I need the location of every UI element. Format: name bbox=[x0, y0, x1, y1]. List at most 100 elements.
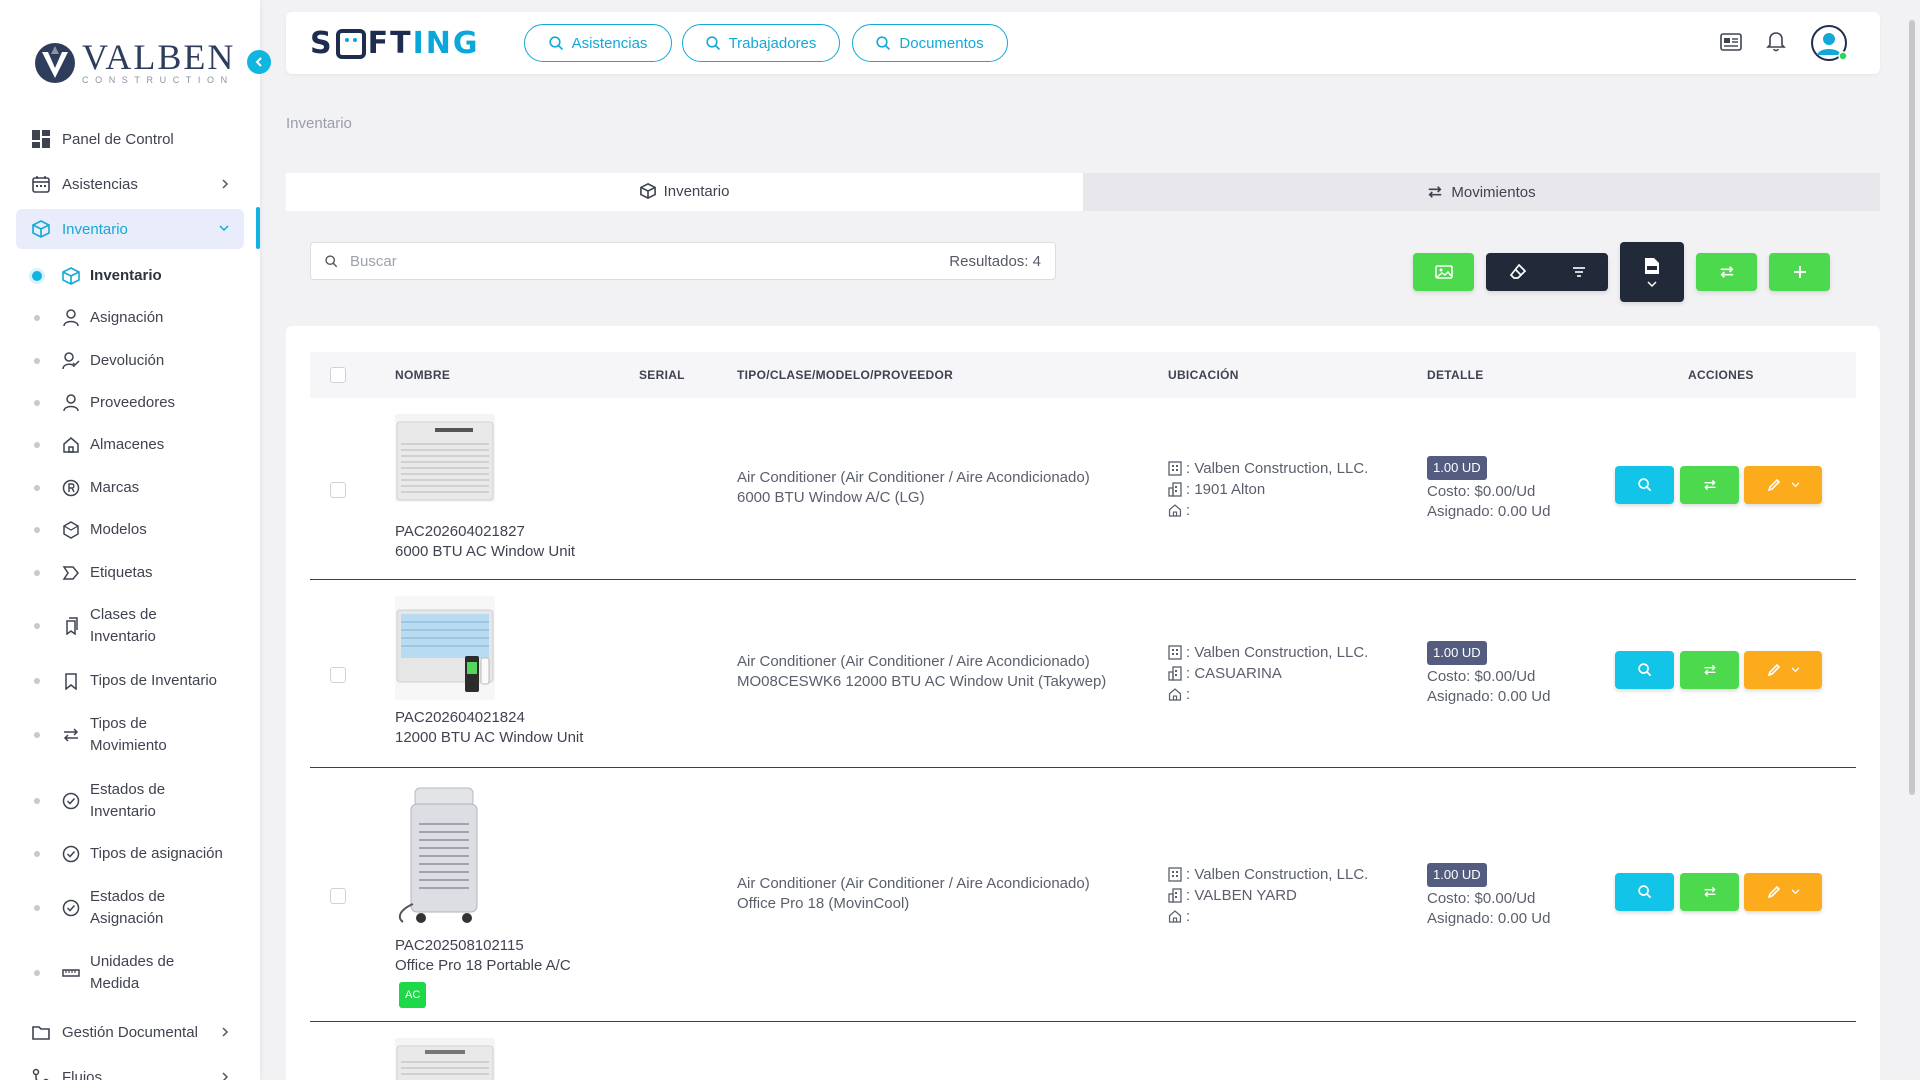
edit-dropdown-button[interactable] bbox=[1744, 466, 1822, 504]
chevron-down-icon bbox=[219, 225, 229, 232]
quick-asistencias-button[interactable]: Asistencias bbox=[524, 24, 672, 62]
search-icon bbox=[1637, 663, 1651, 677]
chevron-left-icon bbox=[255, 57, 262, 67]
window-ac-unit-image[interactable] bbox=[395, 596, 495, 700]
sidebar-subitem-modelos[interactable]: Modelos bbox=[34, 519, 234, 541]
sidebar-subitem-almacenes[interactable]: Almacenes bbox=[34, 434, 234, 456]
location-site: : 1901 Alton bbox=[1186, 481, 1266, 498]
top-bar: S FT ING Asistencias Trabajadores Docume… bbox=[286, 12, 1880, 74]
building-icon bbox=[1168, 461, 1182, 476]
header-ubicacion[interactable]: UBICACIÓN bbox=[1168, 368, 1239, 382]
sidebar-subitem-etiquetas[interactable]: Etiquetas bbox=[34, 562, 234, 584]
bullet bbox=[34, 527, 40, 533]
sidebar-subitem-tipos-de-asignacion[interactable]: Tipos de asignación bbox=[34, 843, 234, 865]
view-button[interactable] bbox=[1615, 466, 1674, 504]
search-input[interactable] bbox=[350, 252, 938, 270]
view-button[interactable] bbox=[1615, 651, 1674, 689]
header-nombre[interactable]: NOMBRE bbox=[395, 368, 450, 382]
view-button[interactable] bbox=[1615, 873, 1674, 911]
sidebar-subitem-marcas[interactable]: Marcas bbox=[34, 477, 234, 499]
softing-brand-logo[interactable]: S FT ING bbox=[310, 26, 479, 61]
add-item-button[interactable] bbox=[1769, 253, 1830, 291]
arrows-icon bbox=[1703, 664, 1716, 676]
sidebar-item-inventario[interactable]: Inventario bbox=[16, 209, 244, 249]
sidebar-item-flujos[interactable]: Flujos bbox=[16, 1057, 244, 1080]
user-avatar-icon[interactable] bbox=[1810, 24, 1848, 62]
tab-inventario[interactable]: Inventario bbox=[286, 173, 1083, 211]
page-scrollbar[interactable] bbox=[1909, 20, 1915, 795]
move-button[interactable] bbox=[1680, 651, 1739, 689]
plus-icon bbox=[1793, 266, 1806, 278]
tab-movimientos[interactable]: Movimientos bbox=[1083, 173, 1880, 211]
arrows-icon bbox=[1428, 186, 1442, 198]
edit-dropdown-button[interactable] bbox=[1744, 873, 1822, 911]
bullet bbox=[34, 851, 40, 857]
sidebar-subitem-clases-de-inventario[interactable]: Clases de Inventario bbox=[34, 604, 184, 648]
search-icon bbox=[1637, 885, 1651, 899]
portable-ac-unit-image[interactable] bbox=[395, 784, 495, 926]
results-count: Resultados: 4 bbox=[949, 252, 1041, 270]
company-logo[interactable]: VALBEN CONSTRUCTION bbox=[34, 39, 235, 85]
move-button[interactable] bbox=[1680, 873, 1739, 911]
pencil-icon bbox=[1767, 885, 1780, 899]
item-code: PAC202604021827 bbox=[395, 523, 525, 540]
row-checkbox[interactable] bbox=[330, 667, 346, 683]
window-ac-unit-image[interactable] bbox=[395, 414, 495, 502]
transfer-button[interactable] bbox=[1696, 253, 1757, 291]
sidebar-collapse-button[interactable] bbox=[247, 50, 271, 74]
sidebar-subitem-label: Etiquetas bbox=[90, 564, 153, 581]
table-row[interactable]: PAC202604021827 6000 BTU AC Window Unit … bbox=[310, 398, 1856, 580]
sidebar-subitem-asignacion[interactable]: Asignación bbox=[34, 307, 234, 329]
location-company: : Valben Construction, LLC. bbox=[1186, 460, 1369, 477]
search-icon bbox=[876, 35, 891, 50]
chevron-down-icon bbox=[1791, 667, 1799, 673]
sidebar-subitem-inventario[interactable]: Inventario bbox=[32, 265, 234, 287]
image-view-button[interactable] bbox=[1413, 253, 1474, 291]
header-tipo[interactable]: TIPO/CLASE/MODELO/PROVEEDOR bbox=[737, 368, 953, 382]
sidebar-subitem-label: Almacenes bbox=[90, 436, 165, 453]
sidebar-item-asistencias[interactable]: Asistencias bbox=[16, 164, 244, 204]
sidebar-subitem-label: Tipos de Movimiento bbox=[90, 715, 167, 754]
table-row[interactable] bbox=[310, 1022, 1856, 1080]
news-icon[interactable] bbox=[1720, 32, 1742, 52]
bullet bbox=[34, 623, 40, 629]
item-model: MO08CESWK6 12000 BTU AC Window Unit (Tak… bbox=[737, 673, 1107, 690]
table-row[interactable]: PAC202508102115 Office Pro 18 Portable A… bbox=[310, 768, 1856, 1022]
table-row[interactable]: PAC202604021824 12000 BTU AC Window Unit… bbox=[310, 580, 1856, 768]
sidebar-subitem-estados-de-inventario[interactable]: Estados de Inventario bbox=[34, 779, 184, 823]
row-checkbox[interactable] bbox=[330, 888, 346, 904]
eraser-icon[interactable] bbox=[1509, 263, 1527, 281]
sidebar-subitem-proveedores[interactable]: Proveedores bbox=[34, 392, 234, 414]
sidebar-subitem-estados-de-asignacion[interactable]: Estados de Asignación bbox=[34, 886, 184, 930]
chevron-down-icon bbox=[1791, 889, 1799, 895]
row-checkbox[interactable] bbox=[330, 482, 346, 498]
sidebar-subitem-label: Unidades de Medida bbox=[90, 953, 175, 992]
sidebar-subitem-devolucion[interactable]: Devolución bbox=[34, 350, 234, 372]
sidebar-subitem-tipos-de-inventario[interactable]: Tipos de Inventario bbox=[34, 670, 234, 692]
bullet bbox=[34, 905, 40, 911]
sidebar-item-gestion-documental[interactable]: Gestión Documental bbox=[16, 1012, 244, 1052]
header-detalle[interactable]: DETALLE bbox=[1427, 368, 1484, 382]
move-button[interactable] bbox=[1680, 466, 1739, 504]
quick-trabajadores-button[interactable]: Trabajadores bbox=[682, 24, 840, 62]
select-all-checkbox[interactable] bbox=[330, 367, 346, 383]
bell-icon[interactable] bbox=[1766, 30, 1786, 52]
sidebar-subitem-unidades-de-medida[interactable]: Unidades de Medida bbox=[34, 951, 184, 995]
sidebar-subitem-label: Tipos de Inventario bbox=[90, 672, 218, 689]
window-ac-unit-image[interactable] bbox=[395, 1038, 495, 1080]
home-icon bbox=[1168, 504, 1182, 517]
quick-documentos-button[interactable]: Documentos bbox=[852, 24, 1008, 62]
sidebar-subitem-label: Proveedores bbox=[90, 394, 176, 411]
tab-label: Movimientos bbox=[1451, 183, 1536, 201]
ruler-icon bbox=[62, 969, 80, 977]
header-serial[interactable]: SERIAL bbox=[639, 368, 685, 382]
bullet bbox=[34, 400, 40, 406]
edit-dropdown-button[interactable] bbox=[1744, 651, 1822, 689]
sidebar-item-label: Inventario bbox=[62, 220, 128, 238]
quick-link-label: Documentos bbox=[899, 34, 984, 52]
export-pdf-button[interactable] bbox=[1620, 242, 1684, 302]
chevron-down-icon bbox=[1647, 280, 1657, 287]
sidebar-item-panel-de-control[interactable]: Panel de Control bbox=[16, 119, 244, 159]
sidebar-subitem-tipos-de-movimiento[interactable]: Tipos de Movimiento bbox=[34, 713, 184, 757]
filter-icon[interactable] bbox=[1572, 266, 1586, 278]
